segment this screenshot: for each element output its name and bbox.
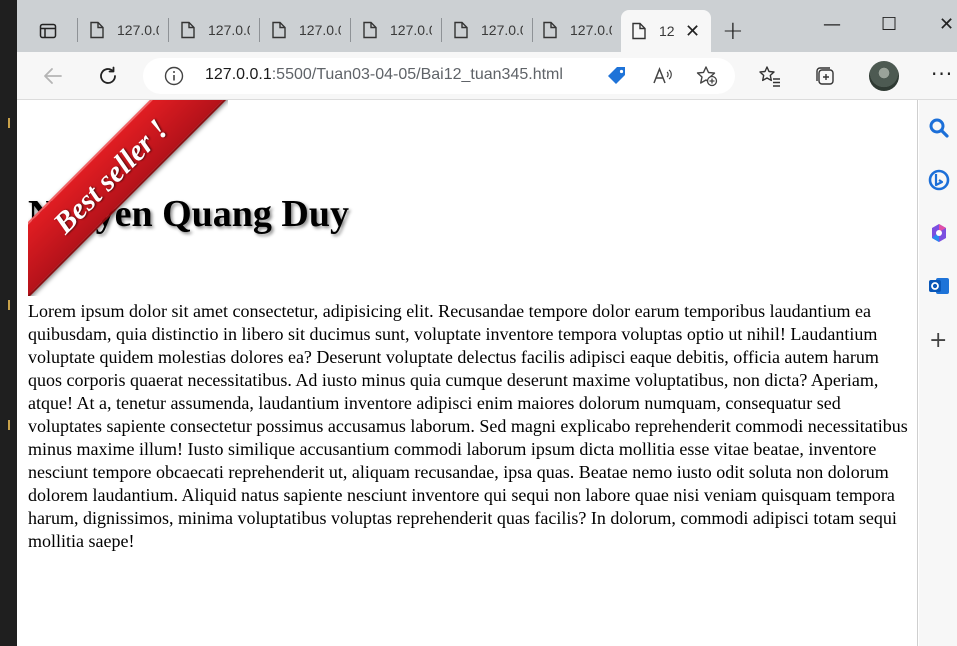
read-aloud-icon[interactable] bbox=[651, 65, 673, 87]
office-icon[interactable] bbox=[927, 221, 951, 245]
close-window-button[interactable]: ✕ bbox=[939, 14, 954, 35]
url-host: 127.0.0.1 bbox=[205, 66, 272, 83]
tab-title: 127.0.0.1:5500/Tuan03-04-05 bbox=[481, 22, 523, 38]
best-seller-ribbon: Best seller ! bbox=[28, 100, 228, 296]
back-button[interactable] bbox=[39, 62, 67, 90]
tab-separator bbox=[77, 18, 78, 42]
document-icon bbox=[180, 21, 196, 39]
document-icon bbox=[89, 21, 105, 39]
document-icon bbox=[542, 21, 558, 39]
page-viewport: Nguyen Quang Duy Best seller ! Lorem ips… bbox=[17, 100, 918, 646]
tab-separator bbox=[168, 18, 169, 42]
tab-title: 127.0.0.1:5500/Tuan03-04-05 bbox=[659, 23, 675, 39]
edge-sidebar: + bbox=[919, 100, 957, 646]
tab-actions-button[interactable] bbox=[31, 14, 65, 48]
tab-separator bbox=[441, 18, 442, 42]
info-icon[interactable] bbox=[164, 66, 184, 86]
tab-title: 127.0.0.1:5500/Tuan03-04-05 bbox=[390, 22, 432, 38]
back-arrow-icon bbox=[44, 68, 62, 84]
document-icon bbox=[631, 22, 647, 40]
ribbon-label: Best seller ! bbox=[47, 113, 175, 241]
ribbon-band: Best seller ! bbox=[28, 100, 228, 296]
tab-title: 127.0.0.1:5500/Tuan03-04-05 bbox=[570, 22, 612, 38]
sidebar-add-button[interactable]: + bbox=[929, 330, 947, 352]
document-icon bbox=[453, 21, 469, 39]
refresh-button[interactable] bbox=[94, 62, 122, 90]
tab[interactable]: 127.0.0.1:5500/Tuan03-04-05 bbox=[352, 10, 432, 50]
desktop-marker bbox=[8, 300, 10, 310]
outlook-icon[interactable] bbox=[927, 274, 951, 298]
refresh-icon bbox=[100, 66, 116, 84]
browser-toolbar: 127.0.0.1:5500/Tuan03-04-05/Bai12_tuan34… bbox=[17, 52, 957, 100]
tab-bar: 127.0.0.1:5500/Tuan03-04-05 127.0.0.1:55… bbox=[17, 0, 957, 52]
tab-actions-icon bbox=[39, 23, 57, 39]
address-bar[interactable]: 127.0.0.1:5500/Tuan03-04-05/Bai12_tuan34… bbox=[143, 58, 735, 94]
tab[interactable]: 127.0.0.1:5500/Tuan03-04-05 bbox=[170, 10, 250, 50]
minimize-button[interactable]: — bbox=[823, 14, 841, 35]
new-tab-button[interactable]: + bbox=[722, 18, 744, 44]
tab[interactable]: 127.0.0.1:5500/Tuan03-04-05 bbox=[261, 10, 341, 50]
maximize-button[interactable]: ☐ bbox=[881, 14, 897, 35]
desktop-marker bbox=[8, 118, 10, 128]
tab[interactable]: 127.0.0.1:5500/Tuan03-04-05 bbox=[443, 10, 523, 50]
search-icon[interactable] bbox=[927, 116, 951, 140]
desktop-edge bbox=[0, 0, 17, 646]
tab-separator bbox=[259, 18, 260, 42]
document-icon bbox=[271, 21, 287, 39]
price-tag-icon[interactable] bbox=[606, 65, 628, 87]
tab-title: 127.0.0.1:5500/Tuan03-04-05 bbox=[117, 22, 159, 38]
profile-avatar[interactable] bbox=[869, 61, 899, 91]
tab-title: 127.0.0.1:5500/Tuan03-04-05 bbox=[208, 22, 250, 38]
more-menu-button[interactable]: ··· bbox=[931, 62, 953, 86]
url-text[interactable]: 127.0.0.1:5500/Tuan03-04-05/Bai12_tuan34… bbox=[205, 66, 563, 84]
add-favorite-icon[interactable] bbox=[696, 65, 718, 87]
close-tab-icon[interactable]: ✕ bbox=[685, 22, 700, 40]
bing-chat-icon[interactable] bbox=[927, 168, 951, 192]
tab-active[interactable]: 127.0.0.1:5500/Tuan03-04-05 ✕ bbox=[621, 10, 711, 52]
tab[interactable]: 127.0.0.1:5500/Tuan03-04-05 bbox=[79, 10, 159, 50]
collections-icon[interactable] bbox=[814, 65, 836, 87]
url-path: :5500/Tuan03-04-05/Bai12_tuan345.html bbox=[271, 66, 563, 83]
favorites-icon[interactable] bbox=[759, 65, 781, 87]
desktop-marker bbox=[8, 420, 10, 430]
tab[interactable]: 127.0.0.1:5500/Tuan03-04-05 bbox=[532, 10, 612, 50]
tab-title: 127.0.0.1:5500/Tuan03-04-05 bbox=[299, 22, 341, 38]
body-paragraph: Lorem ipsum dolor sit amet consectetur, … bbox=[28, 301, 908, 551]
tab-separator bbox=[350, 18, 351, 42]
document-icon bbox=[362, 21, 378, 39]
